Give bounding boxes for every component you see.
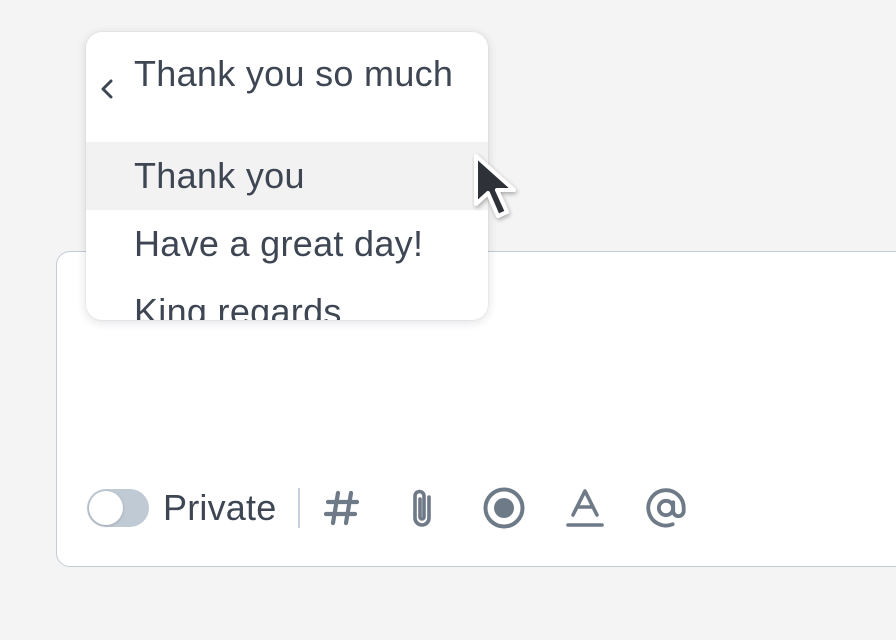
menu-item-label: Have a great day!: [134, 223, 424, 264]
canned-response-menu: Thank you so much Thank you Have a great…: [86, 32, 488, 320]
mention-icon[interactable]: [644, 486, 688, 530]
hashtag-icon[interactable]: [320, 486, 364, 530]
menu-item-have-a-great-day[interactable]: Have a great day!: [86, 210, 488, 278]
chevron-left-icon[interactable]: [100, 66, 114, 108]
menu-header-label: Thank you so much: [134, 53, 454, 94]
text-format-icon[interactable]: [563, 486, 607, 530]
menu-item-label: King regards: [134, 291, 342, 320]
toolbar-divider: [298, 488, 301, 528]
app-canvas: Private Thank you so much Thank you Have…: [0, 0, 896, 640]
menu-item-king-regards[interactable]: King regards: [86, 278, 488, 320]
paperclip-icon[interactable]: [401, 486, 445, 530]
record-icon[interactable]: [482, 486, 526, 530]
toggle-knob: [89, 491, 123, 525]
menu-item-label: Thank you: [134, 155, 305, 196]
private-toggle[interactable]: [87, 489, 149, 527]
private-label: Private: [163, 487, 277, 528]
menu-back-header[interactable]: Thank you so much: [86, 40, 488, 108]
composer-toolbar: Private: [87, 486, 725, 530]
menu-item-thank-you[interactable]: Thank you: [86, 142, 488, 210]
